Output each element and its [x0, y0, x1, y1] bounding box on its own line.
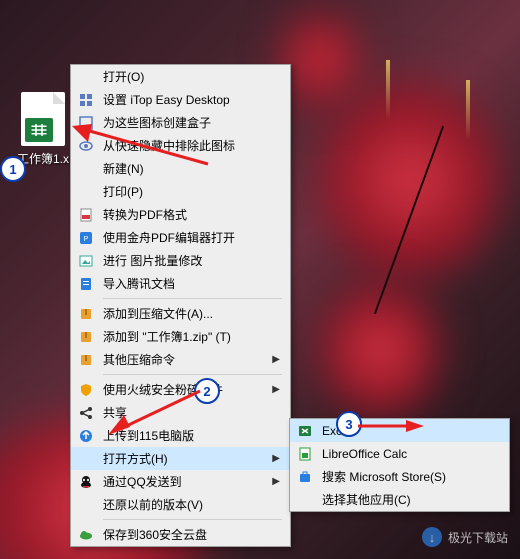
ms-store-icon	[296, 468, 314, 486]
menu-add-zip-name[interactable]: 添加到 "工作簿1.zip" (T)	[71, 325, 290, 348]
menu-open-with[interactable]: 打开方式(H) ▶	[71, 447, 290, 470]
submenu-libre[interactable]: LibreOffice Calc	[290, 442, 509, 465]
file-icon	[21, 92, 65, 146]
watermark-text: 极光下载站	[448, 529, 508, 546]
open-with-submenu: Excel LibreOffice Calc 搜索 Microsoft Stor…	[289, 418, 510, 512]
excel-badge-icon	[25, 118, 53, 142]
menu-label: 共享	[103, 404, 280, 421]
blank-icon	[77, 160, 95, 178]
annotation-3: 3	[336, 411, 362, 437]
blank-icon	[296, 491, 314, 509]
menu-label: 还原以前的版本(V)	[103, 496, 280, 513]
menu-label: 打印(P)	[103, 183, 280, 200]
annotation-2: 2	[194, 378, 220, 404]
grid-icon	[77, 91, 95, 109]
share-icon	[77, 404, 95, 422]
submenu-excel[interactable]: Excel	[290, 419, 509, 442]
blank-icon	[77, 450, 95, 468]
menu-label: 使用火绒安全粉碎文件	[103, 381, 272, 398]
blank-icon	[77, 68, 95, 86]
menu-label: 新建(N)	[103, 160, 280, 177]
menu-hide-quick[interactable]: 从快速隐藏中排除此图标	[71, 134, 290, 157]
menu-send-qq[interactable]: 通过QQ发送到 ▶	[71, 470, 290, 493]
submenu-choose-other[interactable]: 选择其他应用(C)	[290, 488, 509, 511]
svg-text:P: P	[84, 236, 89, 243]
menu-label: 打开(O)	[103, 68, 280, 85]
libreoffice-icon	[296, 445, 314, 463]
chevron-right-icon: ▶	[272, 453, 280, 464]
chevron-right-icon: ▶	[272, 354, 280, 365]
menu-create-box[interactable]: 为这些图标创建盒子	[71, 111, 290, 134]
menu-save-360[interactable]: 保存到360安全云盘	[71, 523, 290, 546]
zip-icon	[77, 351, 95, 369]
tencent-doc-icon	[77, 275, 95, 293]
menu-share[interactable]: 共享	[71, 401, 290, 424]
menu-label: 保存到360安全云盘	[103, 526, 280, 543]
separator	[103, 519, 282, 520]
menu-label: 上传到115电脑版	[103, 427, 280, 444]
menu-huorong[interactable]: 使用火绒安全粉碎文件 ▶	[71, 378, 290, 401]
menu-restore-prev[interactable]: 还原以前的版本(V)	[71, 493, 290, 516]
menu-label: 为这些图标创建盒子	[103, 114, 280, 131]
watermark: ↓ 极光下载站	[422, 527, 508, 547]
context-menu: 打开(O) 设置 iTop Easy Desktop 为这些图标创建盒子 从快速…	[70, 64, 291, 547]
box-icon	[77, 114, 95, 132]
desktop-file-excel[interactable]: 工作簿1.x	[13, 92, 73, 167]
pdf-app-icon: P	[77, 229, 95, 247]
menu-jinzhou-pdf[interactable]: P 使用金舟PDF编辑器打开	[71, 226, 290, 249]
excel-icon	[296, 422, 314, 440]
menu-label: 转换为PDF格式	[103, 206, 280, 223]
menu-other-zip[interactable]: 其他压缩命令 ▶	[71, 348, 290, 371]
zip-icon	[77, 328, 95, 346]
menu-label: 其他压缩命令	[103, 351, 272, 368]
menu-print[interactable]: 打印(P)	[71, 180, 290, 203]
menu-label: 从快速隐藏中排除此图标	[103, 137, 280, 154]
cloud-360-icon	[77, 526, 95, 544]
menu-label: 添加到压缩文件(A)...	[103, 305, 280, 322]
chevron-right-icon: ▶	[272, 476, 280, 487]
annotation-1: 1	[0, 156, 26, 182]
menu-label: 使用金舟PDF编辑器打开	[103, 229, 280, 246]
menu-new[interactable]: 新建(N)	[71, 157, 290, 180]
menu-tencent-doc[interactable]: 导入腾讯文档	[71, 272, 290, 295]
chevron-right-icon: ▶	[272, 384, 280, 395]
menu-batch-img[interactable]: 进行 图片批量修改	[71, 249, 290, 272]
image-icon	[77, 252, 95, 270]
menu-add-zip[interactable]: 添加到压缩文件(A)...	[71, 302, 290, 325]
menu-label: 通过QQ发送到	[103, 473, 272, 490]
menu-label: 导入腾讯文档	[103, 275, 280, 292]
menu-label: 打开方式(H)	[103, 450, 272, 467]
menu-open[interactable]: 打开(O)	[71, 65, 290, 88]
zip-icon	[77, 305, 95, 323]
blank-icon	[77, 496, 95, 514]
menu-label: 选择其他应用(C)	[322, 491, 499, 508]
submenu-ms-store[interactable]: 搜索 Microsoft Store(S)	[290, 465, 509, 488]
shield-icon	[77, 381, 95, 399]
menu-label: 添加到 "工作簿1.zip" (T)	[103, 328, 280, 345]
menu-label: 设置 iTop Easy Desktop	[103, 91, 280, 108]
qq-icon	[77, 473, 95, 491]
menu-to-pdf[interactable]: 转换为PDF格式	[71, 203, 290, 226]
separator	[103, 298, 282, 299]
pdf-icon	[77, 206, 95, 224]
separator	[103, 374, 282, 375]
upload-icon	[77, 427, 95, 445]
menu-label: LibreOffice Calc	[322, 447, 499, 461]
menu-label: 搜索 Microsoft Store(S)	[322, 468, 499, 485]
menu-upload-115[interactable]: 上传到115电脑版	[71, 424, 290, 447]
menu-set-itop[interactable]: 设置 iTop Easy Desktop	[71, 88, 290, 111]
blank-icon	[77, 183, 95, 201]
download-icon: ↓	[422, 527, 442, 547]
eye-icon	[77, 137, 95, 155]
menu-label: 进行 图片批量修改	[103, 252, 280, 269]
